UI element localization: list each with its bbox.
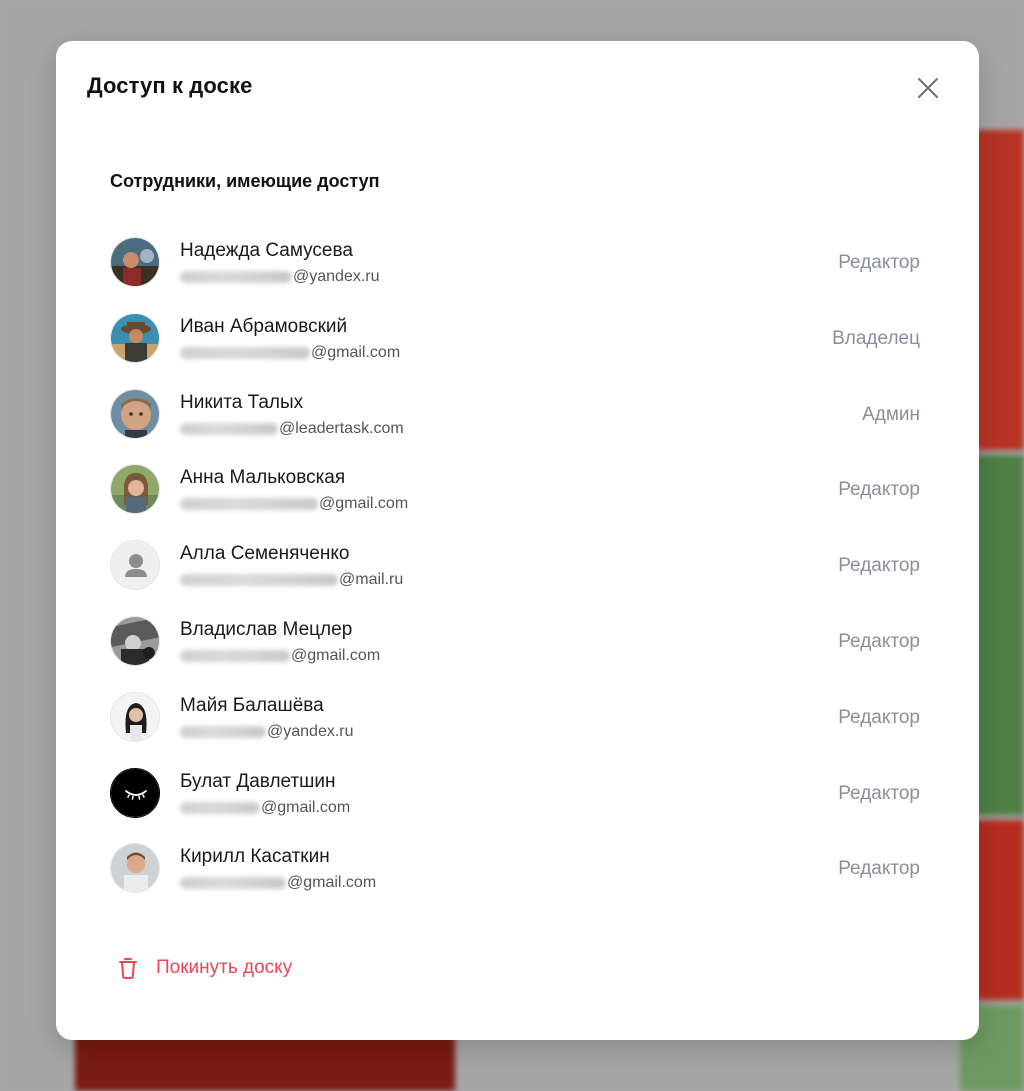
member-name: Надежда Самусева xyxy=(180,240,353,261)
member-row: Алла Семеняченко @mail.ru Редактор xyxy=(110,534,920,610)
member-email: @yandex.ru xyxy=(180,723,354,741)
member-name: Кирилл Касаткин xyxy=(180,846,330,868)
member-email: @gmail.com xyxy=(180,874,376,892)
member-row: Кирилл Касаткин @gmail.com Редактор xyxy=(110,837,920,913)
member-row: Иван Абрамовский @gmail.com Владелец xyxy=(110,307,920,383)
member-email: @mail.ru xyxy=(180,571,403,589)
dialog-title: Доступ к доске xyxy=(87,73,253,98)
member-role-select[interactable]: Админ xyxy=(862,404,920,426)
member-role-select[interactable]: Редактор xyxy=(838,858,920,880)
member-email: @gmail.com xyxy=(180,799,350,817)
member-row: Владислав Мецлер @gmail.com Редактор xyxy=(110,610,920,686)
close-button[interactable] xyxy=(911,71,945,105)
member-role-select[interactable]: Редактор xyxy=(838,707,920,729)
user-photo-avatar xyxy=(110,312,160,363)
member-role-select[interactable]: Владелец xyxy=(832,328,920,350)
close-icon xyxy=(918,78,938,98)
leave-board-label: Покинуть доску xyxy=(156,957,293,978)
member-email: @gmail.com xyxy=(180,344,400,362)
member-email: @yandex.ru xyxy=(180,268,380,286)
member-row: Надежда Самусева @yandex.ru Редактор xyxy=(110,231,920,307)
member-row: Булат Давлетшин @gmail.com Редактор xyxy=(110,762,920,838)
user-photo-avatar xyxy=(110,237,160,287)
member-name: Анна Мальковская xyxy=(180,467,346,489)
member-email: @gmail.com xyxy=(180,495,408,513)
member-row: Майя Балашёва @yandex.ru Редактор xyxy=(110,686,920,762)
default-user-avatar xyxy=(110,540,160,591)
member-role-select[interactable]: Редактор xyxy=(838,252,920,274)
user-photo-avatar xyxy=(110,843,160,894)
member-name: Майя Балашёва xyxy=(180,694,324,716)
leave-board-button[interactable]: Покинуть доску xyxy=(118,956,292,980)
member-role-select[interactable]: Редактор xyxy=(838,479,920,501)
user-photo-avatar xyxy=(110,691,160,742)
member-row: Никита Талых @leadertask.com Админ xyxy=(110,383,920,459)
member-email: @leadertask.com xyxy=(180,420,404,438)
member-name: Алла Семеняченко xyxy=(180,543,350,565)
member-role-select[interactable]: Редактор xyxy=(838,555,920,577)
member-name: Иван Абрамовский xyxy=(180,315,348,337)
member-row: Анна Мальковская @gmail.com Редактор xyxy=(110,458,920,534)
user-photo-avatar xyxy=(110,464,160,515)
member-name: Владислав Мецлер xyxy=(180,618,353,640)
member-email: @gmail.com xyxy=(180,647,380,665)
user-photo-avatar xyxy=(110,388,160,439)
eye-logo-avatar xyxy=(110,767,160,818)
members-list: Надежда Самусева @yandex.ru Редактор Ива… xyxy=(110,231,920,913)
member-role-select[interactable]: Редактор xyxy=(838,631,920,653)
member-name: Булат Давлетшин xyxy=(180,770,336,792)
board-access-dialog: Доступ к доске Сотрудники, имеющие досту… xyxy=(56,41,979,1040)
section-title: Сотрудники, имеющие доступ xyxy=(110,171,380,191)
trash-icon xyxy=(119,958,137,979)
member-name: Никита Талых xyxy=(180,391,304,413)
user-photo-avatar xyxy=(110,615,160,666)
member-role-select[interactable]: Редактор xyxy=(838,783,920,805)
